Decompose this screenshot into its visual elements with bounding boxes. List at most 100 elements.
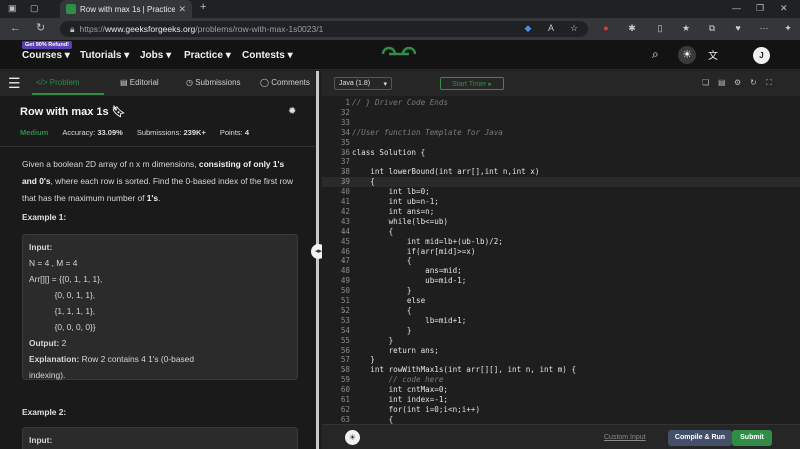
output-line: Output: 2	[29, 338, 67, 348]
fold-chevron-icon[interactable]: ⌄	[342, 167, 346, 177]
maximize-icon[interactable]: ❐	[756, 3, 764, 14]
fold-chevron-icon[interactable]: ⌄	[342, 256, 346, 266]
copilot-icon[interactable]: ✦	[782, 22, 794, 34]
code-area[interactable]: 1// } Driver Code Ends 32 33 34//User funct…	[322, 96, 800, 424]
submit-button[interactable]: Submit	[732, 430, 772, 446]
line-number: 59	[340, 375, 350, 385]
accuracy-stat: Accuracy: 33.09%	[62, 128, 123, 137]
code-line: lb=mid+1;	[352, 315, 467, 325]
line-number: 39	[340, 177, 350, 187]
tab-actions-icon[interactable]: ▢	[30, 3, 39, 14]
line-number: 60	[340, 385, 350, 395]
line-number: 46	[340, 246, 350, 256]
browser-menu-icon[interactable]: ⋯	[758, 22, 770, 34]
nav-jobs[interactable]: Jobs ▾	[140, 50, 171, 61]
nav-courses[interactable]: Courses ▾	[22, 50, 70, 61]
lightbulb-icon[interactable]: ☀	[345, 430, 360, 445]
input-label: Input:	[29, 242, 53, 252]
settings-icon[interactable]: ⚙	[734, 78, 741, 87]
avatar[interactable]: J	[753, 47, 770, 64]
hamburger-menu-icon[interactable]: ☰	[8, 75, 21, 92]
back-icon[interactable]: ←	[10, 22, 21, 34]
url-path: /problems/row-with-max-1s0023/1	[195, 24, 324, 34]
extension-red-icon[interactable]: ●	[600, 22, 612, 34]
bookmark-icon[interactable]: 🔖︎	[112, 106, 126, 118]
line-number: 43	[340, 216, 350, 226]
line-number: 42	[340, 206, 350, 216]
language-select[interactable]: Java (1.8) ▾	[334, 77, 392, 90]
profile-icon[interactable]: ♥	[732, 22, 744, 34]
code-line: int lb=0;	[352, 187, 430, 197]
code-line: {	[352, 256, 412, 266]
collections-icon[interactable]: ⧉	[706, 22, 718, 34]
line-number: 38	[340, 167, 350, 177]
code-line: // } Driver Code Ends	[352, 98, 449, 107]
nav-contests[interactable]: Contests ▾	[242, 50, 293, 61]
tab-comments[interactable]: ◯ Comments	[260, 78, 310, 87]
read-aloud-icon[interactable]: A	[545, 22, 557, 34]
extension-diamond-icon[interactable]: ◆	[522, 22, 534, 34]
file-icon[interactable]: ▤	[718, 78, 726, 87]
tab-editorial[interactable]: ▤ Editorial	[120, 78, 159, 87]
minimize-icon[interactable]: —	[732, 3, 741, 13]
browser-tab[interactable]: Row with max 1s | Practice | Geel ✕	[60, 0, 192, 18]
code-line: int mid=lb+(ub-lb)/2;	[352, 236, 503, 246]
fullscreen-icon[interactable]: ⛶	[766, 78, 772, 88]
example-line: Arr[][] = {{0, 1, 1, 1},	[29, 274, 103, 284]
window-menu-icon[interactable]: ▣	[8, 3, 17, 14]
code-line: ans=mid;	[352, 266, 462, 276]
split-screen-icon[interactable]: ▯	[654, 22, 666, 34]
code-line: }	[352, 335, 394, 345]
panel-splitter[interactable]	[316, 71, 319, 449]
code-line: {	[352, 414, 394, 424]
tab-problem[interactable]: </> Problem	[36, 78, 80, 87]
translate-icon[interactable]: 文	[708, 47, 718, 62]
refresh-icon[interactable]: ↻	[36, 21, 45, 34]
line-number: 56	[340, 345, 350, 355]
line-number: 45	[340, 236, 350, 246]
close-window-icon[interactable]: ✕	[780, 3, 788, 14]
custom-input-link[interactable]: Custom Input	[604, 434, 646, 441]
nav-tutorials[interactable]: Tutorials ▾	[80, 50, 129, 61]
line-number: 48	[340, 266, 350, 276]
report-bug-icon[interactable]: ✹	[288, 106, 296, 117]
line-number: 61	[340, 395, 350, 404]
tab-submissions[interactable]: ◷ Submissions	[186, 78, 241, 87]
promo-badge[interactable]: Get 90% Refund!	[22, 41, 73, 49]
extension-puzzle-icon[interactable]: ✱	[626, 22, 638, 34]
fold-chevron-icon[interactable]: ⌄	[342, 148, 346, 158]
play-icon: ▸	[488, 81, 492, 88]
fold-chevron-icon[interactable]: ⌄	[342, 306, 346, 316]
code-line: for(int i=0;i<n;i++)	[352, 404, 481, 414]
reset-icon[interactable]: ↻	[750, 78, 757, 87]
fold-chevron-icon[interactable]: ⌄	[342, 365, 346, 375]
explanation-line: indexing).	[29, 370, 66, 380]
favorite-star-icon[interactable]: ☆	[568, 22, 580, 34]
close-tab-icon[interactable]: ✕	[178, 4, 186, 15]
line-number: 62	[340, 404, 350, 414]
fold-chevron-icon[interactable]: ⌄	[342, 177, 346, 187]
favorites-icon[interactable]: ★	[680, 22, 692, 34]
line-number: 50	[340, 286, 350, 296]
line-number: 32	[340, 107, 350, 117]
line-number: 34	[340, 127, 350, 137]
search-icon[interactable]: ⌕	[652, 47, 659, 62]
compile-run-button[interactable]: Compile & Run	[668, 430, 732, 446]
theme-toggle-icon[interactable]: ☀	[678, 46, 696, 64]
example-1-box: Input: N = 4 , M = 4 Arr[][] = {{0, 1, 1…	[22, 234, 298, 380]
start-timer-button[interactable]: Start Timer ▸	[440, 77, 504, 90]
line-number: 55	[340, 335, 350, 345]
code-line: //User function Template for Java	[352, 127, 503, 137]
fold-chevron-icon[interactable]: ⌄	[342, 227, 346, 237]
code-editor-panel: Java (1.8) ▾ Start Timer ▸ ❏ ▤ ⚙ ↻ ⛶ 1//…	[322, 71, 800, 449]
lock-icon: 🔒︎	[70, 23, 75, 34]
gfg-logo[interactable]	[380, 44, 418, 64]
problem-tabs: ☰ </> Problem ▤ Editorial ◷ Submissions …	[0, 71, 315, 96]
copy-icon[interactable]: ❏	[702, 78, 709, 87]
code-line: if(arr[mid]>=x)	[352, 246, 476, 256]
url-field[interactable]: 🔒︎ https://www.geeksforgeeks.org/problem…	[60, 21, 588, 37]
new-tab-icon[interactable]: +	[200, 1, 206, 13]
code-line: {	[352, 226, 394, 236]
nav-practice[interactable]: Practice ▾	[184, 50, 231, 61]
example-line: {1, 1, 1, 1},	[29, 306, 96, 316]
